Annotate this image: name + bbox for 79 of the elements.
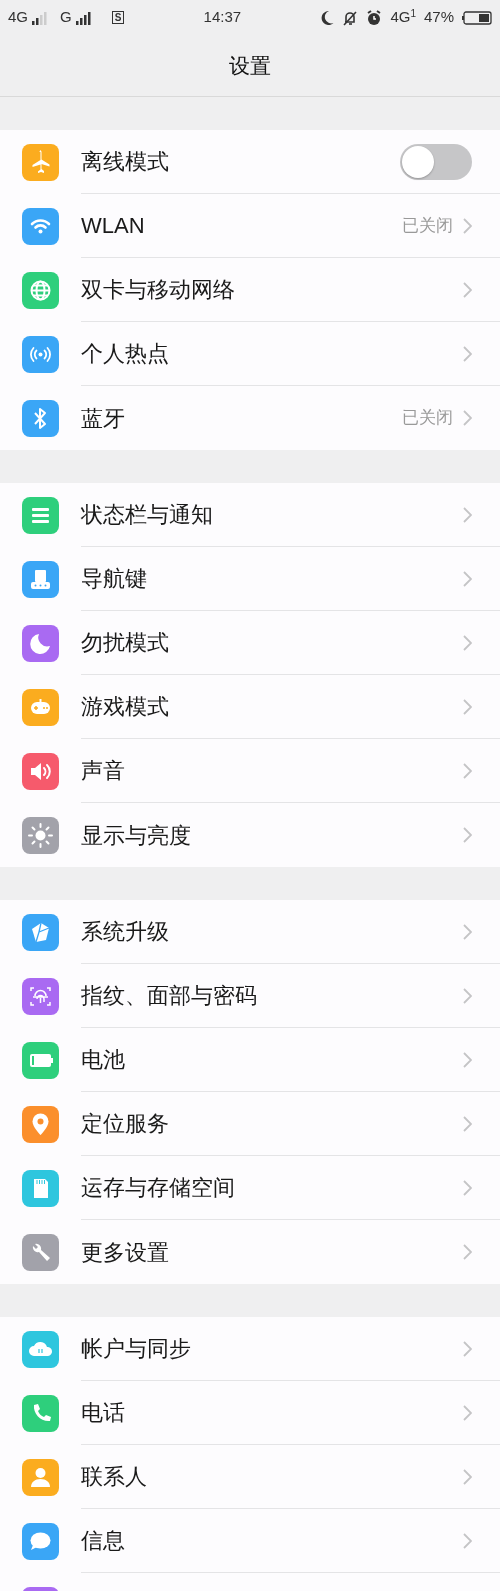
- settings-row[interactable]: 运存与存储空间: [0, 1156, 500, 1220]
- settings-row[interactable]: 蓝牙 已关闭: [0, 386, 500, 450]
- setting-label: 指纹、面部与密码: [81, 982, 258, 1010]
- setting-label: 状态栏与通知: [81, 501, 214, 529]
- settings-row[interactable]: 声音: [0, 739, 500, 803]
- network-label: 4G: [390, 7, 411, 28]
- setting-label: 电池: [81, 1046, 126, 1074]
- setting-label: 个人热点: [81, 340, 170, 368]
- settings-row[interactable]: 电池: [0, 1028, 500, 1092]
- chevron-icon: [463, 281, 472, 298]
- moon-icon: [320, 9, 335, 26]
- chevron-icon: [463, 1532, 472, 1549]
- chevron-icon: [463, 1051, 472, 1068]
- chevron-icon: [463, 506, 472, 523]
- battery-text: 47%: [424, 7, 454, 28]
- settings-row[interactable]: 显示与亮度: [0, 803, 500, 867]
- settings-row[interactable]: 个人热点: [0, 322, 500, 386]
- chevron-icon: [463, 410, 472, 426]
- settings-row[interactable]: 导航键: [0, 547, 500, 611]
- setting-label: 信息: [81, 1527, 126, 1555]
- setting-label: 联系人: [81, 1463, 148, 1491]
- setting-label: 系统升级: [81, 918, 170, 946]
- status-text: 已关闭: [402, 214, 453, 237]
- settings-row[interactable]: WLAN 已关闭: [0, 194, 500, 258]
- settings-row[interactable]: 游戏模式: [0, 675, 500, 739]
- settings-row[interactable]: 双卡与移动网络: [0, 258, 500, 322]
- chevron-icon: [463, 1468, 472, 1485]
- network-label: 1: [410, 7, 416, 20]
- setting-label: 蓝牙: [81, 404, 126, 433]
- chevron-icon: [463, 1244, 472, 1260]
- chevron-icon: [463, 1340, 472, 1357]
- chevron-icon: [463, 634, 472, 651]
- setting-label: 游戏模式: [81, 693, 170, 721]
- sim-badge: S: [111, 11, 125, 24]
- settings-row[interactable]: 电话: [0, 1381, 500, 1445]
- setting-label: 双卡与移动网络: [81, 276, 236, 304]
- setting-label: 帐户与同步: [81, 1335, 192, 1363]
- clock-text: 14:37: [203, 7, 242, 28]
- chevron-icon: [463, 345, 472, 362]
- setting-label: 运存与存储空间: [81, 1174, 236, 1202]
- chevron-icon: [463, 762, 472, 779]
- network-label: 4G: [8, 7, 28, 28]
- settings-row[interactable]: 帐户与同步: [0, 1317, 500, 1381]
- signal-icon: [75, 10, 92, 25]
- setting-label: 导航键: [81, 565, 148, 593]
- setting-label: 勿扰模式: [81, 629, 170, 657]
- chevron-icon: [463, 698, 472, 715]
- setting-label: WLAN: [81, 212, 146, 240]
- toggle-switch[interactable]: [400, 143, 472, 180]
- muted-bell-icon: [342, 9, 359, 26]
- setting-label: 定位服务: [81, 1110, 170, 1138]
- settings-row[interactable]: 信息: [0, 1509, 500, 1573]
- settings-row[interactable]: 状态栏与通知: [0, 483, 500, 547]
- chevron-icon: [463, 1115, 472, 1132]
- settings-row[interactable]: 更多设置: [0, 1220, 500, 1284]
- battery-icon: [462, 10, 492, 25]
- chevron-icon: [463, 987, 472, 1004]
- alarm-icon: [366, 9, 383, 26]
- setting-label: 更多设置: [81, 1238, 170, 1267]
- signal-icon: [32, 10, 48, 25]
- chevron-icon: [463, 1179, 472, 1196]
- settings-row[interactable]: 离线模式: [0, 130, 500, 194]
- settings-row[interactable]: 勿扰模式: [0, 611, 500, 675]
- settings-row[interactable]: 指纹、面部与密码: [0, 964, 500, 1028]
- setting-label: 显示与亮度: [81, 821, 192, 850]
- setting-label: 电话: [81, 1399, 126, 1427]
- settings-row[interactable]: 定位服务: [0, 1092, 500, 1156]
- page-title: 设置: [229, 52, 271, 79]
- setting-label: 离线模式: [81, 148, 170, 176]
- chevron-icon: [463, 827, 472, 843]
- chevron-icon: [463, 570, 472, 587]
- chevron-icon: [463, 923, 472, 940]
- status-text: 已关闭: [402, 407, 453, 430]
- settings-row[interactable]: 联系人: [0, 1445, 500, 1509]
- chevron-icon: [463, 217, 472, 234]
- chevron-icon: [463, 1404, 472, 1421]
- network-label: G: [60, 7, 72, 28]
- setting-label: 声音: [81, 757, 126, 785]
- settings-row[interactable]: 系统升级: [0, 900, 500, 964]
